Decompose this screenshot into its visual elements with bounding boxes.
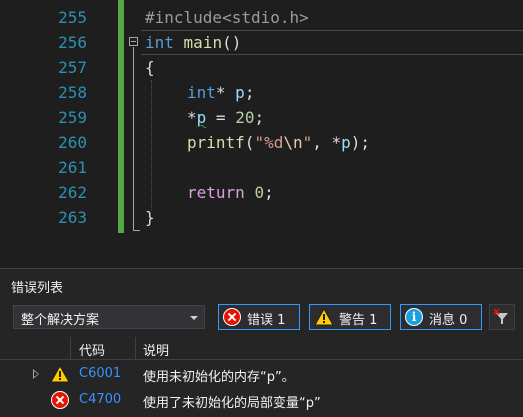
string-literal: "%d\n" xyxy=(254,133,313,152)
line-number: 262 xyxy=(58,183,87,202)
code-text[interactable]: int main() xyxy=(145,30,241,55)
line-number: 257 xyxy=(58,58,87,77)
code-text[interactable]: } xyxy=(145,205,155,230)
code-line: 260 printf("%d\n", *p); xyxy=(0,130,523,155)
errors-filter-button[interactable]: 错误 1 xyxy=(218,304,300,330)
code-line: 259 *p = 20; xyxy=(0,105,523,130)
info-icon: i xyxy=(405,308,423,326)
column-header-description[interactable]: 说明 xyxy=(143,340,169,359)
code-line: 255 #include<stdio.h> xyxy=(0,5,523,30)
code-line: 262 return 0; xyxy=(0,180,523,205)
variable-p: p xyxy=(341,133,351,152)
error-icon xyxy=(51,391,69,409)
error-table-header: 代码 说明 xyxy=(0,337,523,360)
warnings-filter-button[interactable]: 警告 1 xyxy=(309,304,391,330)
scope-value: 整个解决方案 xyxy=(21,313,100,328)
keyword-int: int xyxy=(145,33,174,52)
line-number: 261 xyxy=(58,158,87,177)
code-text[interactable]: int* p; xyxy=(187,80,254,105)
code-line: 258 int* p; xyxy=(0,80,523,105)
clear-filter-icon xyxy=(493,308,508,324)
variable-p-squiggle[interactable]: p xyxy=(197,108,207,127)
number-literal: 20 xyxy=(235,108,255,127)
keyword-return: return xyxy=(187,183,245,202)
error-list-row[interactable]: C4700 使用了未初始化的局部变量“p” xyxy=(0,387,523,413)
error-description: 使用未初始化的内存“p”。 xyxy=(143,370,295,385)
line-number: 259 xyxy=(58,108,87,127)
line-number: 258 xyxy=(58,83,87,102)
code-text[interactable]: { xyxy=(145,55,155,80)
clear-filter-button[interactable] xyxy=(489,304,515,330)
column-header-code[interactable]: 代码 xyxy=(79,340,105,359)
errors-filter-label: 错误 1 xyxy=(247,313,286,328)
expand-triangle-icon[interactable] xyxy=(33,369,39,379)
warnings-filter-label: 警告 1 xyxy=(339,313,378,328)
panel-title: 错误列表 xyxy=(11,281,64,296)
number-literal: 0 xyxy=(254,183,265,202)
error-list-row[interactable]: C6001 使用未初始化的内存“p”。 xyxy=(0,361,523,387)
code-line: 256 int main() xyxy=(0,30,523,55)
warning-icon xyxy=(50,365,70,383)
warning-icon xyxy=(314,308,334,326)
outline-guide-end xyxy=(133,230,140,231)
messages-filter-label: 消息 0 xyxy=(429,313,468,328)
chevron-down-icon xyxy=(190,316,198,320)
code-editor[interactable]: 255 #include<stdio.h> 256 int main() 257… xyxy=(0,0,523,268)
error-icon xyxy=(223,308,241,326)
error-list-toolbar: 整个解决方案 错误 1 警告 1 i 消息 0 xyxy=(0,301,523,333)
keyword-int: int xyxy=(187,83,216,102)
line-number: 260 xyxy=(58,133,87,152)
line-number: 255 xyxy=(58,8,87,27)
column-separator[interactable] xyxy=(70,337,71,359)
messages-filter-button[interactable]: i 消息 0 xyxy=(400,304,482,330)
function-name: main xyxy=(183,33,223,52)
function-name: printf xyxy=(187,133,245,152)
code-line: 261 xyxy=(0,155,523,180)
line-number: 256 xyxy=(58,33,87,52)
code-text[interactable]: return 0; xyxy=(187,180,274,205)
code-text[interactable]: printf("%d\n", *p); xyxy=(187,130,370,155)
error-code-link[interactable]: C4700 xyxy=(79,392,121,407)
code-line: 263 } xyxy=(0,205,523,230)
code-text[interactable]: #include<stdio.h> xyxy=(145,5,309,30)
error-description: 使用了未初始化的局部变量“p” xyxy=(143,396,321,411)
line-number: 263 xyxy=(58,208,87,227)
code-text[interactable]: *p = 20; xyxy=(187,105,264,130)
error-code-link[interactable]: C6001 xyxy=(79,366,121,381)
scope-dropdown[interactable]: 整个解决方案 xyxy=(13,305,205,329)
column-separator[interactable] xyxy=(135,337,136,359)
error-list-panel: 错误列表 整个解决方案 错误 1 警告 1 i 消息 0 代码 说明 C6001… xyxy=(0,268,523,417)
variable-p: p xyxy=(235,83,245,102)
code-line: 257 { xyxy=(0,55,523,80)
